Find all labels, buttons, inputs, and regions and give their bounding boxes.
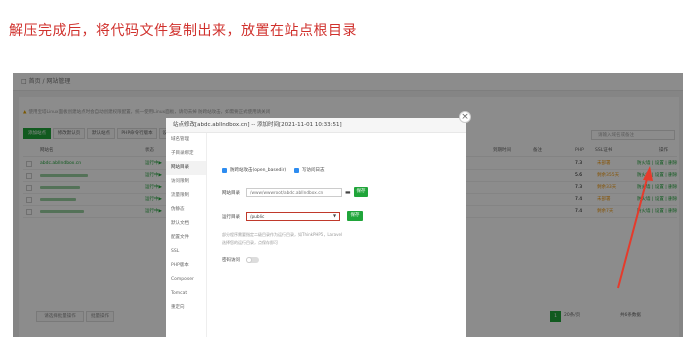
arrow-head [643, 166, 653, 181]
red-arrow-annotation [617, 166, 653, 289]
arrow-shaft [617, 174, 649, 289]
